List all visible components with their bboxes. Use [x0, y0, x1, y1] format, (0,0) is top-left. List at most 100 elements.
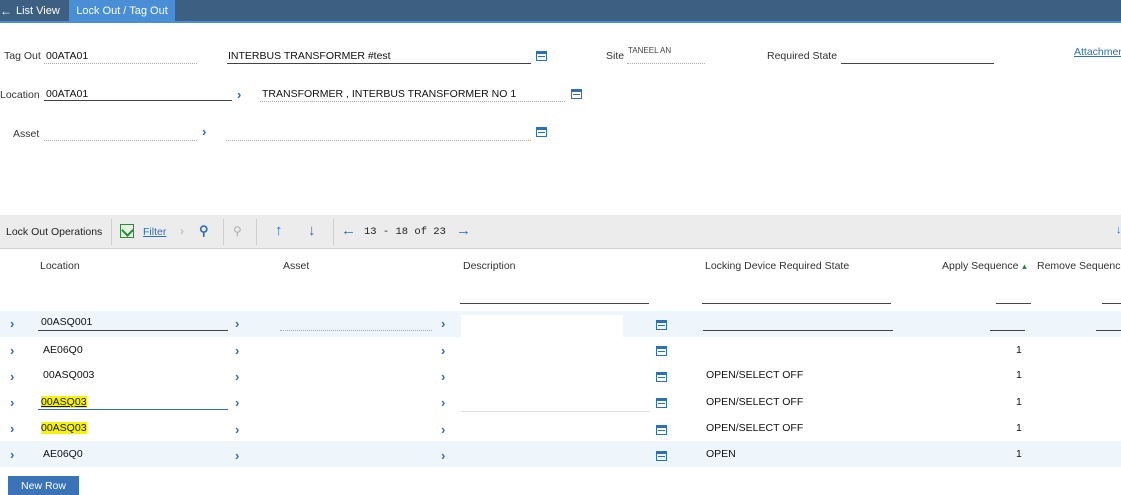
column-header-remove-sequence[interactable]: Remove Sequence — [1037, 260, 1121, 272]
row-apply-sequence-field[interactable] — [990, 330, 1025, 331]
asset-detail-chevron-icon[interactable]: › — [202, 125, 206, 138]
row-required-state: OPEN/SELECT OFF — [706, 422, 804, 434]
clear-filter-icon: ⚲ — [233, 224, 242, 238]
tag-out-label: Tag Out — [4, 50, 41, 62]
location-detail-chevron-icon[interactable]: › — [237, 88, 241, 101]
row-description-field[interactable] — [461, 315, 623, 337]
long-description-icon[interactable] — [656, 320, 667, 330]
row-location-field-highlighted[interactable]: 00ASQ03 — [41, 396, 87, 408]
location-field-underline — [38, 409, 228, 410]
long-description-icon[interactable] — [656, 425, 667, 435]
filter-icon[interactable] — [120, 224, 134, 238]
column-header-description[interactable]: Description — [463, 260, 516, 272]
location-detail-chevron-icon[interactable]: › — [235, 449, 239, 462]
asset-field[interactable] — [44, 140, 197, 141]
row-location: 00ASQ003 — [43, 369, 95, 381]
table-row[interactable]: › AE06Q0 › › 1 — [0, 337, 1121, 363]
asset-long-description-icon[interactable] — [536, 127, 547, 137]
row-required-state-field[interactable] — [703, 330, 893, 331]
column-header-apply-sequence[interactable]: Apply Sequence ▲ — [942, 260, 1028, 272]
table-row[interactable]: › 00ASQ03 › › OPEN/SELECT OFF 1 — [0, 415, 1121, 441]
row-expand-chevron-icon[interactable]: › — [10, 370, 14, 383]
asset-detail-chevron-icon[interactable]: › — [441, 344, 445, 357]
asset-detail-chevron-icon[interactable]: › — [441, 423, 445, 436]
row-remove-sequence-field[interactable] — [1096, 330, 1121, 331]
location-field[interactable]: 00ATA01 — [46, 88, 88, 100]
toolbar-title: Lock Out Operations — [6, 226, 103, 238]
next-page-arrow-icon[interactable]: → — [456, 223, 471, 238]
tab-list-view[interactable]: ← List View — [0, 0, 60, 21]
tag-out-description-field[interactable]: INTERBUS TRANSFORMER #test — [228, 50, 391, 62]
location-description-underline — [260, 101, 565, 102]
previous-page-arrow-icon[interactable]: ← — [341, 223, 356, 238]
location-detail-chevron-icon[interactable]: › — [235, 317, 239, 330]
toolbar-divider — [256, 219, 257, 245]
column-header-required-state[interactable]: Locking Device Required State — [705, 260, 849, 272]
search-icon[interactable]: ⚲ — [199, 224, 209, 237]
asset-detail-chevron-icon[interactable]: › — [441, 449, 445, 462]
tab-list-view-label: List View — [16, 4, 60, 17]
row-location: AE06Q0 — [43, 344, 83, 356]
required-state-filter-input[interactable] — [702, 303, 891, 304]
move-down-arrow-icon[interactable]: ↓ — [308, 223, 316, 238]
asset-description-field — [226, 140, 531, 141]
move-up-arrow-icon[interactable]: ↑ — [275, 223, 283, 238]
site-label: Site — [606, 50, 625, 62]
location-long-description-icon[interactable] — [571, 89, 582, 99]
long-description-icon[interactable] — [656, 346, 667, 356]
lock-out-operations-toolbar: Lock Out Operations Filter › ⚲ ⚲ ↑ ↓ ← 1… — [0, 215, 1121, 249]
site-field: TANEEL AN — [628, 46, 672, 55]
table-row[interactable]: › 00ASQ003 › › OPEN/SELECT OFF 1 — [0, 363, 1121, 389]
toolbar-divider — [333, 219, 334, 245]
long-description-icon[interactable] — [536, 51, 547, 61]
long-description-icon[interactable] — [656, 398, 667, 408]
row-apply-sequence: 1 — [1016, 448, 1022, 460]
location-detail-chevron-icon[interactable]: › — [235, 423, 239, 436]
back-arrow-icon: ← — [0, 3, 12, 18]
location-detail-chevron-icon[interactable]: › — [235, 344, 239, 357]
tag-out-field-underline — [44, 63, 197, 64]
asset-detail-chevron-icon[interactable]: › — [441, 317, 445, 330]
row-description-field[interactable] — [461, 396, 650, 412]
column-header-asset[interactable]: Asset — [283, 260, 309, 272]
row-expand-chevron-icon[interactable]: › — [10, 344, 14, 357]
tag-out-field[interactable]: 00ATA01 — [46, 50, 88, 62]
sort-ascending-icon: ▲ — [1020, 262, 1029, 271]
table-row[interactable]: › 00ASQ001 › › — [0, 311, 1121, 337]
toolbar-divider — [111, 219, 112, 245]
long-description-icon[interactable] — [656, 372, 667, 382]
attachments-link[interactable]: Attachments — [1074, 46, 1121, 58]
asset-label: Asset — [13, 128, 40, 140]
download-icon[interactable]: ↓ — [1116, 225, 1121, 236]
location-description: TRANSFORMER , INTERBUS TRANSFORMER NO 1 — [262, 88, 517, 100]
remove-sequence-filter-input[interactable] — [1102, 303, 1121, 304]
tag-out-description-underline — [227, 63, 531, 64]
row-expand-chevron-icon[interactable]: › — [10, 448, 14, 461]
row-expand-chevron-icon[interactable]: › — [10, 422, 14, 435]
tab-lock-out-tag-out[interactable]: Lock Out / Tag Out — [69, 0, 175, 22]
asset-detail-chevron-icon[interactable]: › — [441, 396, 445, 409]
filter-chevron-icon: › — [180, 224, 184, 238]
new-row-button[interactable]: New Row — [8, 476, 79, 495]
apply-sequence-filter-input[interactable] — [996, 303, 1031, 304]
table-row[interactable]: › AE06Q0 › › OPEN 1 — [0, 441, 1121, 467]
row-required-state: OPEN/SELECT OFF — [706, 369, 804, 381]
location-field-underline — [38, 330, 228, 331]
filter-link[interactable]: Filter — [143, 226, 166, 238]
row-location-field[interactable]: 00ASQ001 — [41, 316, 92, 328]
row-asset-field[interactable] — [280, 330, 432, 331]
row-description — [461, 337, 623, 363]
row-expand-chevron-icon[interactable]: › — [10, 317, 14, 330]
description-filter-input[interactable] — [460, 303, 649, 304]
column-header-location[interactable]: Location — [40, 260, 80, 272]
location-label: Location — [0, 89, 40, 101]
location-detail-chevron-icon[interactable]: › — [235, 370, 239, 383]
location-detail-chevron-icon[interactable]: › — [235, 396, 239, 409]
long-description-icon[interactable] — [656, 451, 667, 461]
top-tab-bar: ← List View Lock Out / Tag Out — [0, 0, 1121, 23]
asset-detail-chevron-icon[interactable]: › — [441, 370, 445, 383]
apply-sequence-header-text: Apply Sequence — [942, 260, 1019, 272]
row-expand-chevron-icon[interactable]: › — [10, 396, 14, 409]
required-state-field[interactable] — [841, 63, 994, 64]
table-row[interactable]: › 00ASQ03 › › OPEN/SELECT OFF 1 — [0, 389, 1121, 415]
